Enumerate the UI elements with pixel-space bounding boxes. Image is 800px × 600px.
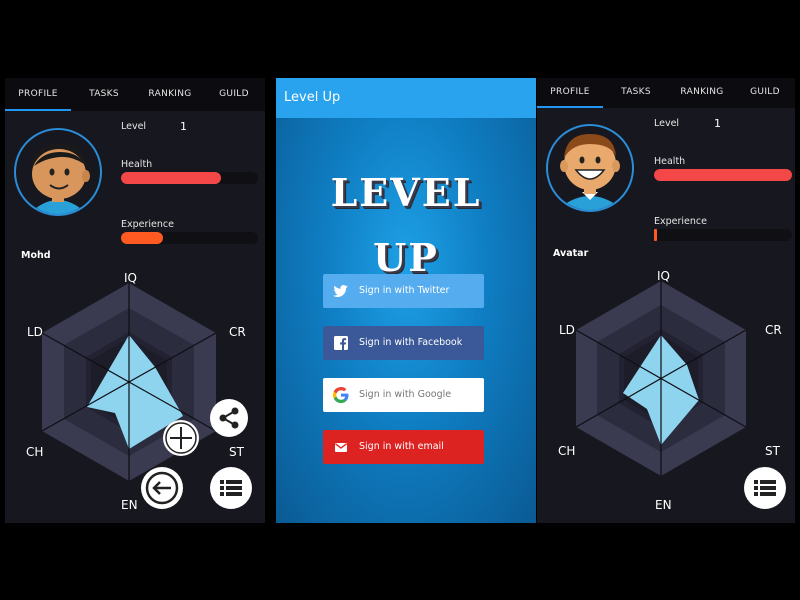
level-value: 1: [714, 117, 721, 130]
twitter-signin-button[interactable]: Sign in with Twitter: [323, 274, 484, 308]
avatar-face-icon: [31, 143, 90, 214]
avatar-face-icon: [560, 134, 620, 210]
facebook-signin-label: Sign in with Facebook: [359, 337, 463, 348]
mail-icon: [335, 443, 347, 452]
tab-ranking[interactable]: RANKING: [137, 78, 203, 111]
avatar[interactable]: [14, 128, 102, 216]
tab-indicator: [537, 106, 603, 108]
health-bar: [121, 172, 258, 184]
facebook-signin-button[interactable]: Sign in with Facebook: [323, 326, 484, 360]
avatar[interactable]: [546, 124, 634, 212]
health-label: Health: [654, 156, 686, 167]
tab-tasks[interactable]: TASKS: [603, 78, 669, 108]
share-button[interactable]: [210, 399, 248, 437]
radar-label-en: EN: [121, 498, 138, 512]
radar-label-iq: IQ: [124, 271, 137, 285]
radar-label-st: ST: [765, 444, 781, 458]
health-bar-fill: [121, 172, 221, 184]
add-button[interactable]: [163, 420, 199, 456]
menu-list-button[interactable]: [744, 467, 786, 509]
profile-panel-right: PROFILE TASKS RANKING GUILD Level 1 Heal…: [537, 78, 795, 523]
menu-list-button[interactable]: [210, 467, 252, 509]
radar-label-ch: CH: [558, 444, 575, 458]
tab-indicator: [5, 109, 71, 111]
profile-panel-left: PROFILE TASKS RANKING GUILD Level 1 Heal…: [5, 78, 265, 523]
login-screen: Level Up LEVEL UP Sign in with Twitter S…: [276, 78, 536, 523]
experience-bar: [654, 229, 792, 241]
logo-line-1: LEVEL: [330, 170, 482, 215]
radar-label-ld: LD: [559, 323, 575, 337]
arrow-left-circle-icon: [145, 471, 179, 505]
google-signin-label: Sign in with Google: [359, 389, 452, 400]
radar-label-cr: CR: [765, 323, 782, 337]
radar-label-cr: CR: [229, 325, 246, 339]
list-icon: [754, 480, 776, 496]
health-bar-fill: [654, 169, 792, 181]
tab-guild[interactable]: GUILD: [735, 78, 795, 108]
username: Mohd: [21, 250, 51, 261]
google-signin-button[interactable]: Sign in with Google: [323, 378, 484, 412]
experience-bar-fill: [121, 232, 163, 244]
google-icon: [333, 387, 349, 403]
list-icon: [220, 480, 242, 496]
tab-profile[interactable]: PROFILE: [537, 78, 603, 108]
app-bar: Level Up: [276, 78, 536, 118]
radar-label-ch: CH: [26, 445, 43, 459]
health-bar: [654, 169, 792, 181]
experience-label: Experience: [121, 219, 174, 230]
experience-bar-fill: [654, 229, 657, 241]
tab-bar: PROFILE TASKS RANKING GUILD: [5, 78, 265, 111]
back-button[interactable]: [141, 467, 183, 509]
level-label: Level: [654, 118, 680, 129]
level-label: Level: [121, 121, 147, 132]
share-icon: [219, 407, 239, 429]
tab-tasks[interactable]: TASKS: [71, 78, 137, 111]
email-signin-label: Sign in with email: [359, 441, 444, 452]
email-signin-button[interactable]: Sign in with email: [323, 430, 484, 464]
tab-guild[interactable]: GUILD: [203, 78, 265, 111]
radar-label-en: EN: [655, 498, 672, 512]
twitter-signin-label: Sign in with Twitter: [359, 285, 450, 296]
facebook-icon: [334, 336, 348, 350]
radar-label-iq: IQ: [657, 269, 670, 283]
twitter-icon: [333, 285, 348, 297]
tab-profile[interactable]: PROFILE: [5, 78, 71, 111]
username: Avatar: [553, 248, 589, 259]
app-title: Level Up: [284, 90, 341, 105]
radar-label-st: ST: [229, 445, 245, 459]
tab-ranking[interactable]: RANKING: [669, 78, 735, 108]
health-label: Health: [121, 159, 153, 170]
level-value: 1: [180, 120, 187, 133]
experience-bar: [121, 232, 258, 244]
plus-icon: [165, 422, 197, 454]
radar-label-ld: LD: [27, 325, 43, 339]
tab-bar: PROFILE TASKS RANKING GUILD: [537, 78, 795, 108]
experience-label: Experience: [654, 216, 707, 227]
